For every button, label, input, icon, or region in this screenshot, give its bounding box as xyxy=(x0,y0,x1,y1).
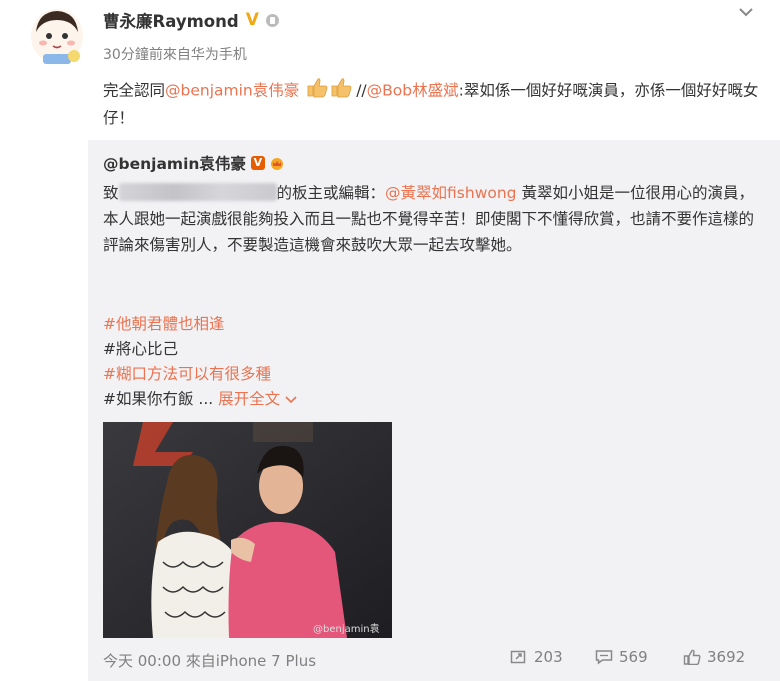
thumbs-up-icon xyxy=(306,76,354,106)
post-text: 完全認同@benjamin袁伟豪 //@Bob林盛斌:翠如係一個好好嘅演員，亦係… xyxy=(103,76,763,131)
original-post-header: @benjamin袁伟豪 V xyxy=(103,152,285,174)
level-icon xyxy=(265,13,279,27)
repost-count: 203 xyxy=(534,648,563,666)
chevron-down-icon[interactable] xyxy=(738,6,754,18)
avatar[interactable] xyxy=(28,6,86,66)
post-photo[interactable]: @benjamin袁 xyxy=(103,422,392,638)
mention-link[interactable]: @benjamin袁伟豪 xyxy=(165,82,299,100)
expand-button[interactable]: 展开全文 xyxy=(218,390,297,408)
hashtag-link[interactable]: #他朝君體也相逢 xyxy=(103,312,297,337)
original-author[interactable]: @benjamin袁伟豪 xyxy=(103,152,246,174)
crown-icon xyxy=(270,158,283,170)
author-name[interactable]: 曹永廉Raymond xyxy=(103,8,239,32)
post-header: 曹永廉Raymond V xyxy=(103,8,280,32)
original-time-source[interactable]: 今天 00:00 來自iPhone 7 Plus xyxy=(103,650,316,671)
mention-link[interactable]: @Bob林盛斌 xyxy=(367,82,459,100)
hashtag-list: #他朝君體也相逢 #將心比己 #糊口方法可以有很多種 #如果你冇飯 ... 展开… xyxy=(103,312,297,412)
like-icon xyxy=(683,649,701,665)
post-text-prefix: 完全認同 xyxy=(103,81,166,100)
hashtag-link[interactable]: #如果你冇飯 ... xyxy=(103,390,213,408)
blurred-text xyxy=(118,183,277,201)
hashtag-link[interactable]: #將心比己 xyxy=(103,337,297,362)
mention-link[interactable]: @黃翠如fishwong xyxy=(385,184,517,202)
photo-watermark: @benjamin袁 xyxy=(313,623,380,635)
post-text-sep: // xyxy=(356,81,367,100)
hashtag-link[interactable]: #糊口方法可以有很多種 xyxy=(103,362,297,387)
original-text-part: 的板主或編輯： xyxy=(276,184,386,202)
repost-icon xyxy=(510,650,526,664)
like-count: 3692 xyxy=(707,648,746,666)
like-button[interactable]: 3692 xyxy=(683,648,745,666)
comment-icon xyxy=(595,650,613,665)
verified-icon: V xyxy=(250,156,265,170)
expand-label: 展开全文 xyxy=(218,390,281,408)
comment-button[interactable]: 569 xyxy=(595,648,648,666)
post-meta[interactable]: 30分鐘前來自华为手机 xyxy=(103,44,247,64)
repost-button[interactable]: 203 xyxy=(510,648,563,666)
original-text-part: 致 xyxy=(103,184,119,202)
original-post-text: 致的板主或編輯：@黃翠如fishwong 黃翠如小姐是一位很用心的演員，本人跟她… xyxy=(103,180,763,258)
verified-icon: V xyxy=(245,9,259,30)
comment-count: 569 xyxy=(619,648,648,666)
chevron-down-icon xyxy=(285,396,297,404)
